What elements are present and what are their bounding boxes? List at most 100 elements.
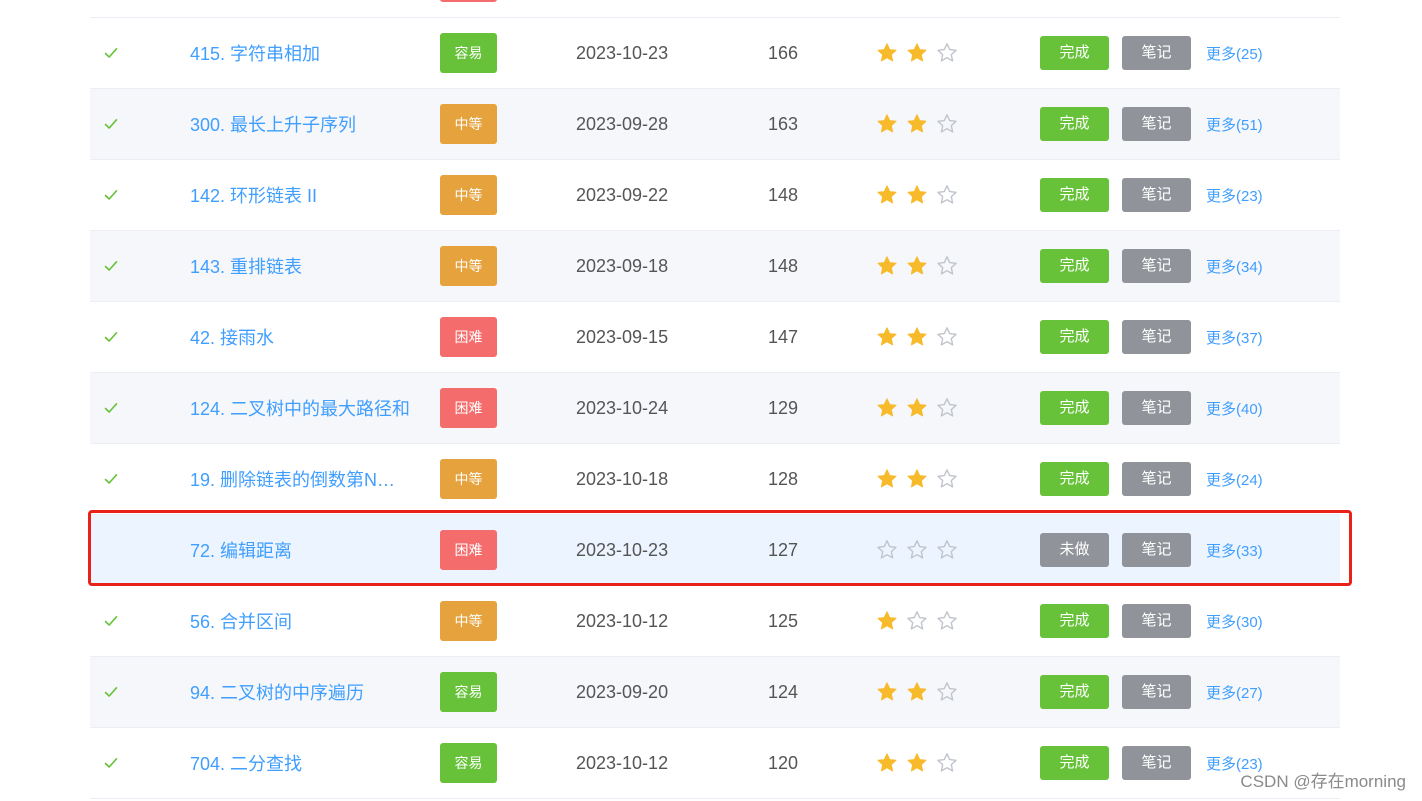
rating-cell[interactable] bbox=[876, 515, 966, 585]
status-button[interactable]: 完成 bbox=[1040, 320, 1109, 354]
rating-cell[interactable] bbox=[876, 373, 966, 443]
more-link[interactable]: 更多(34) bbox=[1206, 256, 1263, 277]
star-filled-icon[interactable] bbox=[906, 42, 928, 64]
status-button[interactable]: 完成 bbox=[1040, 462, 1109, 496]
star-filled-icon[interactable] bbox=[876, 255, 898, 277]
status-button[interactable]: 未做 bbox=[1040, 533, 1109, 567]
note-button[interactable]: 笔记 bbox=[1122, 249, 1191, 283]
star-filled-icon[interactable] bbox=[876, 113, 898, 135]
note-button[interactable]: 笔记 bbox=[1122, 746, 1191, 780]
note-button[interactable]: 笔记 bbox=[1122, 391, 1191, 425]
rating-cell[interactable] bbox=[876, 444, 966, 514]
star-empty-icon[interactable] bbox=[936, 42, 958, 64]
rating-cell[interactable] bbox=[876, 586, 966, 656]
more-link[interactable]: 更多(37) bbox=[1206, 327, 1263, 348]
more-link[interactable]: 更多(24) bbox=[1206, 469, 1263, 490]
more-link[interactable]: 更多(25) bbox=[1206, 43, 1263, 64]
status-button[interactable]: 完成 bbox=[1040, 249, 1109, 283]
star-filled-icon[interactable] bbox=[906, 113, 928, 135]
star-empty-icon[interactable] bbox=[936, 326, 958, 348]
note-button[interactable]: 笔记 bbox=[1122, 178, 1191, 212]
table-row[interactable]: 56. 合并区间 中等 2023-10-12 125 完成 笔记 更多(30) bbox=[90, 586, 1340, 657]
table-row[interactable]: 415. 字符串相加 容易 2023-10-23 166 完成 笔记 更多(25… bbox=[90, 18, 1340, 89]
more-link[interactable]: 更多(33) bbox=[1206, 540, 1263, 561]
status-button[interactable]: 完成 bbox=[1040, 36, 1109, 70]
star-filled-icon[interactable] bbox=[906, 326, 928, 348]
star-empty-icon[interactable] bbox=[936, 468, 958, 490]
rating-cell[interactable] bbox=[876, 728, 966, 798]
note-button[interactable]: 笔记 bbox=[1122, 675, 1191, 709]
rating-cell[interactable] bbox=[876, 657, 966, 727]
star-empty-icon[interactable] bbox=[936, 184, 958, 206]
rating-cell[interactable] bbox=[876, 89, 966, 159]
problem-title-link[interactable]: 42. 接雨水 bbox=[190, 324, 274, 350]
rating-cell[interactable] bbox=[876, 231, 966, 301]
star-empty-icon[interactable] bbox=[936, 681, 958, 703]
more-link[interactable]: 更多(51) bbox=[1206, 114, 1263, 135]
status-button[interactable]: 完成 bbox=[1040, 107, 1109, 141]
more-link[interactable]: 更多(40) bbox=[1206, 398, 1263, 419]
rating-cell[interactable] bbox=[876, 302, 966, 372]
star-filled-icon[interactable] bbox=[906, 255, 928, 277]
table-row[interactable]: 19. 删除链表的倒数第N个节点 中等 2023-10-18 128 完成 笔记… bbox=[90, 444, 1340, 515]
star-filled-icon[interactable] bbox=[876, 326, 898, 348]
star-empty-icon[interactable] bbox=[906, 610, 928, 632]
note-button[interactable]: 笔记 bbox=[1122, 462, 1191, 496]
problem-title-link[interactable]: 143. 重排链表 bbox=[190, 253, 302, 279]
star-filled-icon[interactable] bbox=[876, 42, 898, 64]
rating-cell[interactable] bbox=[876, 18, 966, 88]
problem-title-link[interactable]: 124. 二叉树中的最大路径和 bbox=[190, 395, 410, 421]
rating-cell[interactable] bbox=[876, 160, 966, 230]
star-filled-icon[interactable] bbox=[906, 681, 928, 703]
star-filled-icon[interactable] bbox=[906, 184, 928, 206]
star-filled-icon[interactable] bbox=[906, 468, 928, 490]
problem-title-link[interactable]: 300. 最长上升子序列 bbox=[190, 111, 356, 137]
star-empty-icon[interactable] bbox=[876, 539, 898, 561]
star-filled-icon[interactable] bbox=[876, 397, 898, 419]
star-empty-icon[interactable] bbox=[936, 397, 958, 419]
star-empty-icon[interactable] bbox=[936, 255, 958, 277]
more-link[interactable]: 更多(30) bbox=[1206, 611, 1263, 632]
star-filled-icon[interactable] bbox=[876, 184, 898, 206]
more-link[interactable]: 更多(27) bbox=[1206, 682, 1263, 703]
star-empty-icon[interactable] bbox=[936, 752, 958, 774]
problem-title-link[interactable]: 72. 编辑距离 bbox=[190, 537, 292, 563]
table-row[interactable]: 143. 重排链表 中等 2023-09-18 148 完成 笔记 更多(34) bbox=[90, 231, 1340, 302]
star-filled-icon[interactable] bbox=[906, 752, 928, 774]
star-filled-icon[interactable] bbox=[876, 468, 898, 490]
status-button[interactable]: 完成 bbox=[1040, 604, 1109, 638]
note-button[interactable]: 笔记 bbox=[1122, 533, 1191, 567]
status-button[interactable]: 完成 bbox=[1040, 178, 1109, 212]
star-filled-icon[interactable] bbox=[876, 681, 898, 703]
table-row[interactable]: 704. 二分查找 容易 2023-10-12 120 完成 笔记 更多(23) bbox=[90, 728, 1340, 799]
note-button[interactable]: 笔记 bbox=[1122, 604, 1191, 638]
solved-cell bbox=[104, 515, 124, 585]
star-empty-icon[interactable] bbox=[936, 113, 958, 135]
more-link[interactable]: 更多(23) bbox=[1206, 185, 1263, 206]
table-row[interactable]: 300. 最长上升子序列 中等 2023-09-28 163 完成 笔记 更多(… bbox=[90, 89, 1340, 160]
problem-title-link[interactable]: 19. 删除链表的倒数第N个节点 bbox=[190, 466, 412, 492]
table-row[interactable]: 94. 二叉树的中序遍历 容易 2023-09-20 124 完成 笔记 更多(… bbox=[90, 657, 1340, 728]
star-filled-icon[interactable] bbox=[876, 752, 898, 774]
problem-title-link[interactable]: 704. 二分查找 bbox=[190, 750, 302, 776]
table-row[interactable]: 124. 二叉树中的最大路径和 困难 2023-10-24 129 完成 笔记 … bbox=[90, 373, 1340, 444]
problem-title-link[interactable]: 56. 合并区间 bbox=[190, 608, 292, 634]
star-filled-icon[interactable] bbox=[876, 610, 898, 632]
status-button[interactable]: 完成 bbox=[1040, 746, 1109, 780]
status-button[interactable]: 完成 bbox=[1040, 391, 1109, 425]
note-button[interactable]: 笔记 bbox=[1122, 107, 1191, 141]
star-empty-icon[interactable] bbox=[906, 539, 928, 561]
difficulty-tag: 困难 bbox=[440, 317, 497, 357]
status-button[interactable]: 完成 bbox=[1040, 675, 1109, 709]
star-filled-icon[interactable] bbox=[906, 397, 928, 419]
note-button[interactable]: 笔记 bbox=[1122, 36, 1191, 70]
problem-title-link[interactable]: 94. 二叉树的中序遍历 bbox=[190, 679, 364, 705]
table-row[interactable]: 142. 环形链表 II 中等 2023-09-22 148 完成 笔记 更多(… bbox=[90, 160, 1340, 231]
table-row[interactable]: 72. 编辑距离 困难 2023-10-23 127 未做 笔记 更多(33) bbox=[90, 515, 1340, 586]
problem-title-link[interactable]: 142. 环形链表 II bbox=[190, 182, 317, 208]
problem-title-link[interactable]: 415. 字符串相加 bbox=[190, 40, 320, 66]
star-empty-icon[interactable] bbox=[936, 610, 958, 632]
star-empty-icon[interactable] bbox=[936, 539, 958, 561]
note-button[interactable]: 笔记 bbox=[1122, 320, 1191, 354]
table-row[interactable]: 42. 接雨水 困难 2023-09-15 147 完成 笔记 更多(37) bbox=[90, 302, 1340, 373]
